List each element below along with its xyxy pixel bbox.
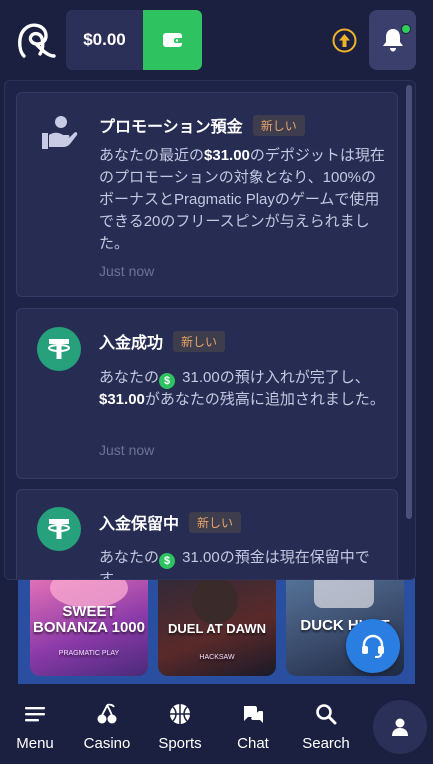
promotion-hand-icon: [37, 111, 81, 155]
nav-sports[interactable]: Sports: [145, 702, 215, 752]
notification-card[interactable]: プロモーション預金 新しい あなたの最近の$31.00のデポジットは現在のプロモ…: [16, 92, 398, 297]
notification-title: 入金成功: [99, 335, 164, 352]
notification-card[interactable]: 入金保留中 新しい あなたの $ 31.00の預金は現在保留中です。: [16, 489, 398, 580]
nav-label: Casino: [83, 735, 131, 752]
search-icon: [315, 702, 337, 726]
game-tile[interactable]: DUEL AT DAWN HACKSAW: [158, 578, 276, 676]
nav-label: Search: [302, 735, 350, 752]
nav-label: Chat: [237, 735, 269, 752]
notifications-panel[interactable]: プロモーション預金 新しい あなたの最近の$31.00のデポジットは現在のプロモ…: [4, 80, 416, 580]
notification-indicator: [401, 24, 411, 34]
panel-scrollbar[interactable]: [406, 85, 412, 519]
new-badge: 新しい: [173, 330, 226, 352]
nav-chat[interactable]: Chat: [218, 702, 288, 752]
game-provider: HACKSAW: [199, 654, 235, 661]
hamburger-menu-icon: [24, 702, 46, 726]
bottom-navigation: Menu Casino Sports Chat Search: [0, 684, 433, 764]
tether-icon: [37, 327, 81, 371]
new-badge: 新しい: [189, 511, 242, 533]
top-header: $0.00: [0, 0, 433, 80]
notification-card[interactable]: 入金成功 新しい あなたの $ 31.00の預け入れが完了し、$31.00があなた…: [16, 308, 398, 479]
nav-menu[interactable]: Menu: [0, 702, 70, 752]
nav-search[interactable]: Search: [291, 702, 361, 752]
new-badge: 新しい: [252, 114, 305, 136]
notification-title: 入金保留中: [99, 516, 180, 533]
level-up-icon[interactable]: [332, 28, 357, 53]
support-chat-button[interactable]: [346, 619, 400, 673]
balance-widget[interactable]: $0.00: [66, 10, 202, 70]
game-title: SWEET BONANZA 1000: [33, 603, 145, 636]
cherries-icon: [96, 702, 118, 726]
chat-bubbles-icon: [241, 702, 265, 726]
headset-icon: [362, 634, 384, 658]
basketball-icon: [169, 702, 191, 726]
game-tile[interactable]: SWEET BONANZA 1000 PRAGMATIC PLAY: [30, 578, 148, 676]
notification-body: あなたの $ 31.00の預金は現在保留中です。: [99, 549, 370, 580]
notification-time: Just now: [99, 263, 155, 279]
game-provider: PRAGMATIC PLAY: [58, 650, 120, 657]
notifications-button[interactable]: [369, 10, 416, 70]
nav-casino[interactable]: Casino: [72, 702, 142, 752]
balance-amount[interactable]: $0.00: [66, 10, 143, 70]
profile-button[interactable]: [373, 700, 427, 754]
tether-icon: [37, 507, 81, 551]
nav-label: Menu: [16, 735, 54, 752]
nav-label: Sports: [158, 735, 202, 752]
brand-logo[interactable]: [14, 20, 58, 62]
notification-body: あなたの最近の$31.00のデポジットは現在のプロモーションの対象となり、100…: [99, 147, 385, 252]
coin-icon: $: [159, 553, 176, 569]
notification-time: Just now: [99, 442, 155, 458]
wallet-button[interactable]: [143, 10, 202, 70]
wallet-icon: [162, 33, 183, 47]
game-title: DUEL AT DAWN: [168, 621, 266, 636]
notification-body: あなたの $ 31.00の預け入れが完了し、$31.00があなたの残高に追加されま…: [99, 369, 385, 408]
coin-icon: $: [159, 373, 176, 389]
user-icon: [392, 718, 408, 736]
notification-title: プロモーション預金: [99, 119, 243, 136]
